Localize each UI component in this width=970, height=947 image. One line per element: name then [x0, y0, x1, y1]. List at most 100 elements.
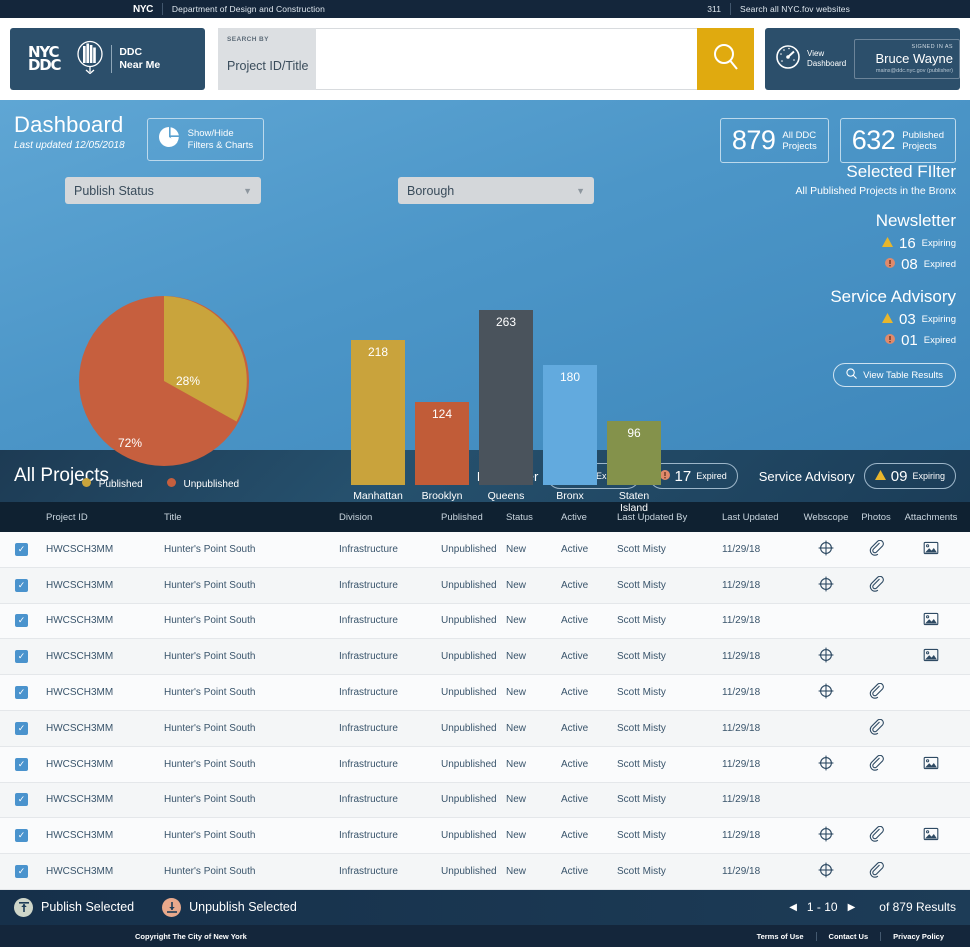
cell-project-id[interactable]: HWCSCH3MM [46, 544, 164, 555]
table-row[interactable]: ✓HWCSCH3MMHunter's Point SouthInfrastruc… [0, 783, 970, 819]
cell-project-id[interactable]: HWCSCH3MM [46, 830, 164, 841]
cell-project-id[interactable]: HWCSCH3MM [46, 866, 164, 877]
row-checkbox[interactable]: ✓ [15, 758, 28, 771]
paperclip-icon[interactable] [868, 691, 884, 702]
cell-webscope[interactable] [798, 862, 854, 881]
cell-photos[interactable] [898, 826, 964, 845]
legend-item-published[interactable]: Published [82, 478, 143, 490]
cell-title[interactable]: Hunter's Point South [164, 759, 339, 770]
cell-photos[interactable] [898, 611, 964, 630]
link-311[interactable]: 311 [707, 4, 721, 14]
row-checkbox-cell[interactable]: ✓ [0, 686, 46, 699]
row-checkbox-cell[interactable]: ✓ [0, 793, 46, 806]
cell-project-id[interactable]: HWCSCH3MM [46, 615, 164, 626]
footer-link-contact-us[interactable]: Contact Us [817, 932, 882, 941]
webscope-icon[interactable] [818, 691, 834, 702]
row-checkbox-cell[interactable]: ✓ [0, 758, 46, 771]
cell-title[interactable]: Hunter's Point South [164, 544, 339, 555]
row-checkbox[interactable]: ✓ [15, 686, 28, 699]
cell-attachments[interactable] [854, 862, 898, 881]
paperclip-icon[interactable] [868, 834, 884, 845]
search-all-nyc-link[interactable]: Search all NYC.fov websites [740, 4, 850, 14]
cell-webscope[interactable] [798, 683, 854, 702]
table-row[interactable]: ✓HWCSCH3MMHunter's Point SouthInfrastruc… [0, 818, 970, 854]
kpi-all-ddc-projects[interactable]: 879 All DDC Projects [720, 118, 829, 163]
photo-icon[interactable] [923, 763, 939, 774]
paperclip-icon[interactable] [868, 763, 884, 774]
photo-icon[interactable] [923, 619, 939, 630]
photo-icon[interactable] [923, 548, 939, 559]
table-row[interactable]: ✓HWCSCH3MMHunter's Point SouthInfrastruc… [0, 604, 970, 640]
cell-title[interactable]: Hunter's Point South [164, 723, 339, 734]
search-by-selector[interactable]: SEARCH BY Project ID/Title [218, 28, 316, 90]
row-checkbox[interactable]: ✓ [15, 543, 28, 556]
cell-attachments[interactable] [854, 719, 898, 738]
cell-webscope[interactable] [798, 755, 854, 774]
legend-item-unpublished[interactable]: Unpublished [167, 478, 239, 490]
webscope-icon[interactable] [818, 655, 834, 666]
cell-project-id[interactable]: HWCSCH3MM [46, 723, 164, 734]
cell-title[interactable]: Hunter's Point South [164, 687, 339, 698]
bar-group-staten-island[interactable]: 96 [607, 421, 661, 485]
nyc-logo[interactable]: NYC [133, 4, 153, 15]
row-checkbox-cell[interactable]: ✓ [0, 543, 46, 556]
cell-title[interactable]: Hunter's Point South [164, 651, 339, 662]
signed-in-box[interactable]: SIGNED IN AS Bruce Wayne mains@ddc.nyc.g… [854, 39, 960, 79]
row-checkbox-cell[interactable]: ✓ [0, 614, 46, 627]
webscope-icon[interactable] [818, 584, 834, 595]
cell-project-id[interactable]: HWCSCH3MM [46, 651, 164, 662]
table-row[interactable]: ✓HWCSCH3MMHunter's Point SouthInfrastruc… [0, 747, 970, 783]
publish-status-select[interactable]: Publish Status ▼ [65, 177, 261, 204]
kpi-published-projects[interactable]: 632 Published Projects [840, 118, 956, 163]
cell-webscope[interactable] [798, 826, 854, 845]
webscope-icon[interactable] [818, 763, 834, 774]
cell-project-id[interactable]: HWCSCH3MM [46, 794, 164, 805]
brand-logo-block[interactable]: NYC DDC DDC Near Me [10, 28, 205, 90]
cell-project-id[interactable]: HWCSCH3MM [46, 759, 164, 770]
cell-project-id[interactable]: HWCSCH3MM [46, 580, 164, 591]
row-checkbox[interactable]: ✓ [15, 793, 28, 806]
table-row[interactable]: ✓HWCSCH3MMHunter's Point SouthInfrastruc… [0, 639, 970, 675]
row-checkbox-cell[interactable]: ✓ [0, 579, 46, 592]
cell-webscope[interactable] [798, 647, 854, 666]
cell-title[interactable]: Hunter's Point South [164, 866, 339, 877]
cell-attachments[interactable] [854, 826, 898, 845]
paperclip-icon[interactable] [868, 727, 884, 738]
bar-group-manhattan[interactable]: 218 [351, 340, 405, 485]
cell-webscope[interactable] [798, 576, 854, 595]
row-checkbox-cell[interactable]: ✓ [0, 829, 46, 842]
cell-attachments[interactable] [854, 755, 898, 774]
table-row[interactable]: ✓HWCSCH3MMHunter's Point SouthInfrastruc… [0, 711, 970, 747]
view-table-results-button[interactable]: View Table Results [833, 363, 956, 387]
row-checkbox-cell[interactable]: ✓ [0, 650, 46, 663]
cell-photos[interactable] [898, 540, 964, 559]
photo-icon[interactable] [923, 834, 939, 845]
borough-select[interactable]: Borough ▼ [398, 177, 594, 204]
publish-selected-button[interactable]: Publish Selected [14, 898, 134, 917]
search-button[interactable] [697, 28, 754, 90]
footer-link-privacy-policy[interactable]: Privacy Policy [881, 932, 956, 941]
previous-page-button[interactable]: ◀ [789, 902, 797, 913]
paperclip-icon[interactable] [868, 548, 884, 559]
cell-webscope[interactable] [798, 540, 854, 559]
paperclip-icon[interactable] [868, 584, 884, 595]
row-checkbox[interactable]: ✓ [15, 650, 28, 663]
webscope-icon[interactable] [818, 870, 834, 881]
cell-title[interactable]: Hunter's Point South [164, 615, 339, 626]
cell-title[interactable]: Hunter's Point South [164, 830, 339, 841]
cell-attachments[interactable] [854, 576, 898, 595]
next-page-button[interactable]: ▶ [848, 902, 856, 913]
cell-photos[interactable] [898, 647, 964, 666]
cell-title[interactable]: Hunter's Point South [164, 580, 339, 591]
table-row[interactable]: ✓HWCSCH3MMHunter's Point SouthInfrastruc… [0, 568, 970, 604]
bar-group-brooklyn[interactable]: 124 [415, 402, 469, 485]
dashboard-gauge-icon[interactable] [775, 44, 801, 75]
table-row[interactable]: ✓HWCSCH3MMHunter's Point SouthInfrastruc… [0, 675, 970, 711]
advisory-expiring-stat[interactable]: 03 Expiring [746, 310, 956, 328]
row-checkbox[interactable]: ✓ [15, 722, 28, 735]
bar-group-queens[interactable]: 263 [479, 310, 533, 485]
show-hide-filters-button[interactable]: Show/Hide Filters & Charts [147, 118, 264, 161]
cell-attachments[interactable] [854, 683, 898, 702]
cell-attachments[interactable] [854, 540, 898, 559]
footer-link-terms-of-use[interactable]: Terms of Use [745, 932, 817, 941]
